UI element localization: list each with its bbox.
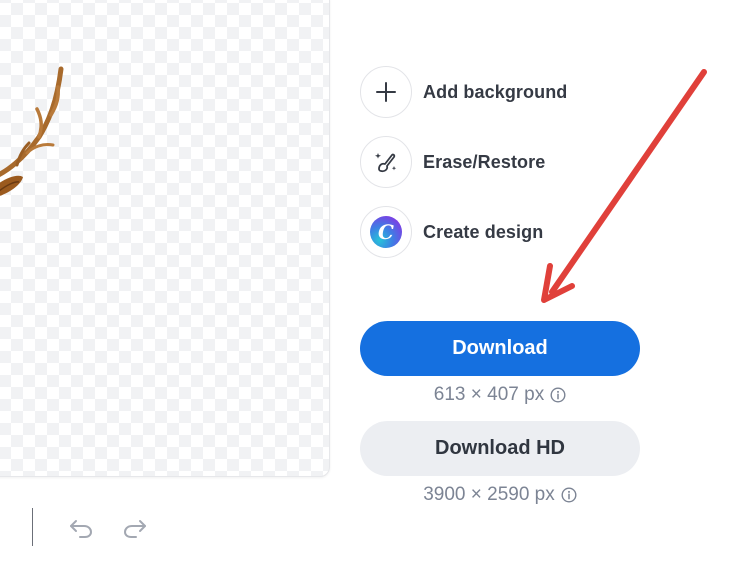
create-design-option[interactable]: C Create design	[360, 206, 543, 258]
download-hd-dimensions: 3900 × 2590 px	[360, 484, 640, 506]
add-background-label: Add background	[423, 81, 568, 102]
add-background-icon-circle	[360, 66, 412, 118]
erase-restore-icon-circle	[360, 136, 412, 188]
download-hd-button[interactable]: Download HD	[360, 421, 640, 476]
canva-logo-icon: C	[370, 216, 402, 248]
download-dimensions: 613 × 407 px	[360, 384, 640, 406]
redo-button[interactable]	[120, 513, 150, 543]
download-hd-dimensions-text: 3900 × 2590 px	[423, 484, 555, 505]
add-background-option[interactable]: Add background	[360, 66, 567, 118]
toolbar-divider	[32, 508, 33, 546]
deer-image	[0, 66, 64, 196]
undo-icon	[70, 520, 93, 538]
info-icon[interactable]	[561, 487, 577, 503]
erase-restore-label: Erase/Restore	[423, 151, 546, 172]
download-dimensions-text: 613 × 407 px	[433, 384, 545, 405]
image-preview-canvas	[0, 0, 330, 477]
redo-icon	[123, 520, 146, 538]
background-remover-panel: Add background Erase/Restore C Create de…	[0, 0, 735, 567]
erase-restore-option[interactable]: Erase/Restore	[360, 136, 545, 188]
magic-brush-icon	[375, 153, 397, 173]
create-design-label: Create design	[423, 221, 544, 242]
download-button[interactable]: Download	[360, 321, 640, 376]
undo-button[interactable]	[66, 513, 96, 543]
create-design-icon-circle: C	[360, 206, 412, 258]
info-icon[interactable]	[550, 387, 566, 403]
plus-icon	[376, 82, 396, 102]
